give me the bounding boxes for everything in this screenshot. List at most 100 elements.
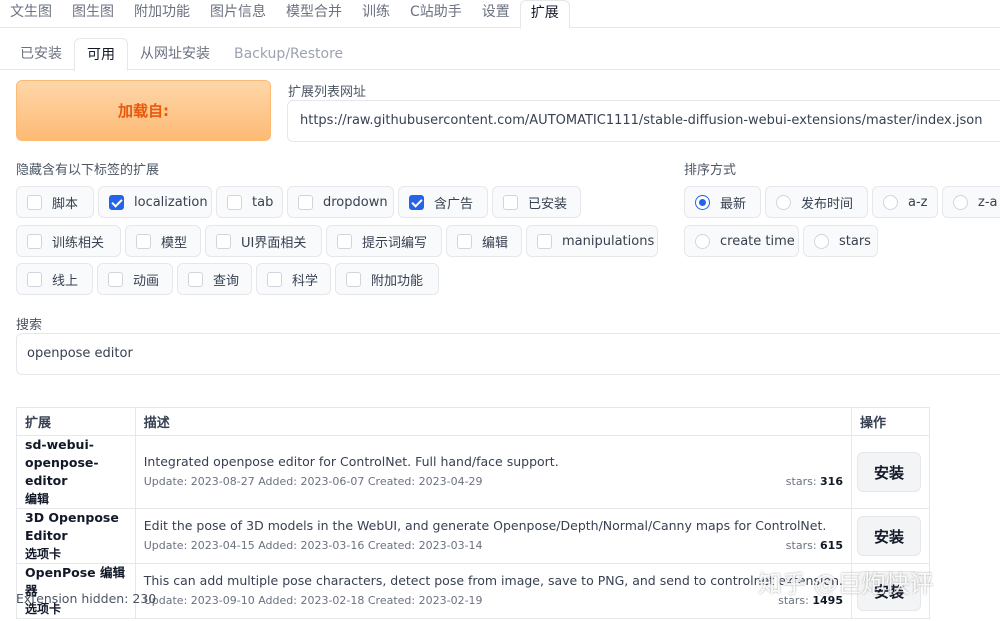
extension-name-link[interactable]: sd-webui-openpose-editor	[25, 436, 127, 490]
tag-localization-checkbox[interactable]: localization	[98, 186, 212, 218]
tab-img2img[interactable]: 图生图	[62, 0, 124, 28]
radio-icon	[883, 194, 898, 210]
tag-label: localization	[134, 194, 208, 210]
tag-query-checkbox[interactable]: 查询	[177, 263, 252, 295]
checkbox-icon	[503, 194, 518, 210]
tag-label: 动画	[133, 273, 160, 289]
stars-count: 316	[820, 475, 843, 488]
checkbox-icon	[188, 271, 203, 287]
tag-label: 训练相关	[52, 235, 105, 251]
description-cell: Integrated openpose editor for ControlNe…	[134, 435, 853, 509]
extension-index-url-input[interactable]: https://raw.githubusercontent.com/AUTOMA…	[287, 100, 1000, 142]
description-cell: Edit the pose of 3D models in the WebUI,…	[134, 508, 853, 564]
tag-label: 线上	[52, 273, 79, 289]
sort-stars-radio[interactable]: stars	[803, 225, 878, 257]
checkbox-icon	[27, 194, 42, 210]
extension-dates: Update: 2023-09-10 Added: 2023-02-18 Cre…	[143, 594, 483, 607]
tag-label: 模型	[161, 235, 188, 251]
tag-extras-checkbox[interactable]: 附加功能	[335, 263, 439, 295]
sort-z-a-radio[interactable]: z-a	[942, 186, 1000, 218]
tab-installed[interactable]: 已安装	[8, 38, 74, 70]
stars-label: stars:	[785, 475, 817, 488]
tab-civitai-helper[interactable]: C站助手	[400, 0, 472, 28]
tag-ui-related-checkbox[interactable]: UI界面相关	[205, 225, 322, 257]
tab-png-info[interactable]: 图片信息	[200, 0, 276, 28]
sort-option-label: 发布时间	[801, 196, 854, 212]
stars-count: 615	[820, 539, 843, 552]
sort-option-label: stars	[839, 233, 871, 249]
tag-ads-checkbox[interactable]: 含广告	[398, 186, 488, 218]
checkbox-icon	[298, 194, 313, 210]
search-input[interactable]: openpose editor	[16, 333, 1000, 375]
extension-description: This can add multiple pose characters, d…	[143, 573, 843, 588]
sort-option-label: a-z	[908, 194, 928, 210]
tag-dropdown-checkbox[interactable]: dropdown	[287, 186, 394, 218]
sort-a-z-radio[interactable]: a-z	[872, 186, 938, 218]
url-label: 扩展列表网址	[288, 85, 367, 100]
tag-label: 已安装	[528, 196, 568, 212]
checkbox-icon	[108, 271, 123, 287]
description-cell: This can add multiple pose characters, d…	[134, 563, 853, 619]
tab-extensions[interactable]: 扩展	[519, 0, 570, 29]
tag-online-checkbox[interactable]: 线上	[16, 263, 93, 295]
tab-train[interactable]: 训练	[352, 0, 400, 28]
sort-option-label: z-a	[978, 194, 998, 210]
load-from-button[interactable]: 加载自:	[16, 80, 271, 141]
watermark: 知乎 @巨炮快评	[758, 570, 934, 598]
radio-selected-icon	[695, 194, 710, 210]
tag-models-checkbox[interactable]: 模型	[125, 225, 201, 257]
checkbox-icon	[27, 233, 42, 249]
table-header-row: 扩展 描述 操作	[16, 407, 930, 436]
tab-backup-restore[interactable]: Backup/Restore	[222, 38, 355, 70]
sort-newest-radio[interactable]: 最新	[684, 186, 761, 218]
tag-tab-checkbox[interactable]: tab	[216, 186, 283, 218]
tag-manipulations-checkbox[interactable]: manipulations	[526, 225, 658, 257]
tab-install-from-url[interactable]: 从网址安装	[128, 38, 222, 70]
radio-icon	[776, 194, 791, 210]
tag-label: 科学	[292, 273, 319, 289]
tab-txt2img[interactable]: 文生图	[0, 0, 62, 28]
install-button[interactable]: 安装	[857, 516, 921, 556]
extension-tag: 编辑	[25, 492, 50, 506]
checkbox-icon	[227, 194, 242, 210]
sort-release-time-radio[interactable]: 发布时间	[765, 186, 868, 218]
checkbox-icon	[346, 271, 361, 287]
extension-dates: Update: 2023-04-15 Added: 2023-03-16 Cre…	[143, 539, 483, 552]
checkbox-icon	[216, 233, 231, 249]
tab-available[interactable]: 可用	[74, 38, 128, 71]
tag-label: dropdown	[323, 194, 388, 210]
tag-animation-checkbox[interactable]: 动画	[97, 263, 173, 295]
checkbox-icon	[136, 233, 151, 249]
tag-editing-checkbox[interactable]: 编辑	[446, 225, 522, 257]
checkbox-icon	[457, 233, 472, 249]
tag-script-checkbox[interactable]: 脚本	[16, 186, 94, 218]
sort-option-label: 最新	[720, 196, 747, 212]
tag-label: UI界面相关	[241, 235, 307, 251]
tag-prompting-checkbox[interactable]: 提示词编写	[326, 225, 442, 257]
tag-installed-checkbox[interactable]: 已安装	[492, 186, 581, 218]
checkbox-icon	[337, 233, 352, 249]
sort-option-label: create time	[720, 233, 795, 249]
checkbox-icon	[267, 271, 282, 287]
hide-tags-label: 隐藏含有以下标签的扩展	[16, 163, 160, 178]
checkbox-checked-icon	[109, 194, 124, 210]
tag-training-checkbox[interactable]: 训练相关	[16, 225, 121, 257]
tab-extras[interactable]: 附加功能	[124, 0, 200, 28]
tag-science-checkbox[interactable]: 科学	[256, 263, 331, 295]
sort-create-time-radio[interactable]: create time	[684, 225, 799, 257]
tab-checkpoint-merger[interactable]: 模型合并	[276, 0, 352, 28]
column-header-action: 操作	[851, 407, 930, 436]
extension-name-link[interactable]: 3D Openpose Editor	[25, 509, 127, 545]
tab-settings[interactable]: 设置	[472, 0, 520, 28]
action-cell: 安装	[851, 508, 930, 564]
extension-tag: 选项卡	[25, 547, 62, 561]
radio-icon	[953, 194, 968, 210]
column-header-description: 描述	[134, 407, 853, 436]
tag-label: manipulations	[562, 233, 655, 249]
sort-label: 排序方式	[684, 163, 737, 178]
extension-cell: 3D Openpose Editor 选项卡	[16, 508, 136, 564]
action-cell: 安装	[851, 435, 930, 509]
checkbox-icon	[537, 233, 552, 249]
tag-label: 附加功能	[371, 273, 424, 289]
install-button[interactable]: 安装	[857, 452, 921, 492]
